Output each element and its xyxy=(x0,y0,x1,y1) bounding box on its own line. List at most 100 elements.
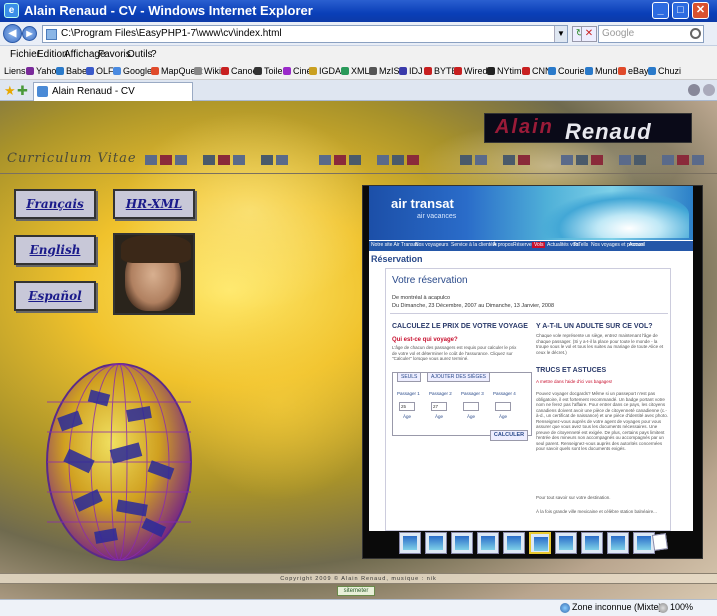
thumbnail[interactable] xyxy=(399,532,421,554)
search-input[interactable]: Google xyxy=(598,25,704,43)
passenger-label: Passager 3 xyxy=(461,391,484,396)
nav-item[interactable]: ToTells xyxy=(573,242,588,248)
link-google[interactable]: Google xyxy=(113,66,152,76)
nav-item[interactable]: Accueil xyxy=(629,242,645,248)
thumbnail-active[interactable] xyxy=(529,532,551,554)
menu-file[interactable]: Fichier xyxy=(10,49,40,60)
airtransat-banner: air transat air vacances xyxy=(369,186,693,240)
nav-item[interactable]: Service à la clientèle xyxy=(451,242,497,248)
thumbnail[interactable] xyxy=(451,532,473,554)
link-chuzi[interactable]: Chuzi xyxy=(648,66,681,76)
nav-item-active[interactable]: Vols xyxy=(532,242,546,248)
link-idj[interactable]: IDJ xyxy=(399,66,423,76)
age-label: Âge xyxy=(499,414,508,419)
name-first: Alain xyxy=(495,116,554,138)
link-toile[interactable]: Toile xyxy=(254,66,283,76)
link-mundo[interactable]: Mundo xyxy=(585,66,623,76)
stop-icon[interactable]: ✕ xyxy=(581,26,597,42)
nav-item[interactable]: Nos voyageurs xyxy=(415,242,448,248)
links-bar: Liens Yahoo Babel OLF Google MapQuest Wi… xyxy=(0,64,717,80)
search-icon[interactable] xyxy=(690,28,701,39)
thumbnail[interactable] xyxy=(477,532,499,554)
tools-icon[interactable] xyxy=(703,84,715,96)
decor-square xyxy=(349,155,361,165)
name-last: Renaud xyxy=(565,119,652,144)
header-divider xyxy=(0,173,717,174)
menu-tools[interactable]: Outils xyxy=(127,49,153,60)
thumbnail[interactable] xyxy=(503,532,525,554)
link-cine[interactable]: Ciné xyxy=(283,66,312,76)
cnn-icon xyxy=(522,67,530,75)
address-bar-row: ◀ ▶ C:\Program Files\EasyPHP1-7\www\cv\i… xyxy=(0,22,717,46)
link-ebay[interactable]: eBay xyxy=(618,66,649,76)
age-field[interactable] xyxy=(463,402,479,411)
title-bar: e Alain Renaud - CV - Windows Internet E… xyxy=(0,0,717,22)
francais-button[interactable]: Français xyxy=(14,189,96,219)
nav-item[interactable]: Réserver xyxy=(513,242,533,248)
link-xml[interactable]: XML xyxy=(341,66,370,76)
english-button[interactable]: English xyxy=(14,235,96,265)
link-babel[interactable]: Babel xyxy=(56,66,89,76)
decor-square xyxy=(377,155,389,165)
calculer-button[interactable]: CALCULER xyxy=(490,430,528,441)
tips-link[interactable]: A mettre dans l'aide d'ici vos bagages! xyxy=(536,379,668,384)
decor-square xyxy=(392,155,404,165)
zoom-level[interactable]: 100% xyxy=(670,602,693,612)
favorites-star-icon[interactable]: ★ xyxy=(4,83,16,99)
age-field[interactable] xyxy=(495,402,511,411)
passenger-label: Passager 2 xyxy=(429,391,452,396)
reservation-heading: Réservation xyxy=(371,254,423,264)
address-dropdown-icon[interactable]: ▼ xyxy=(554,26,567,42)
decor-square xyxy=(619,155,631,165)
menu-edit[interactable]: Edition xyxy=(37,49,68,60)
link-mzis[interactable]: MzIS xyxy=(369,66,400,76)
age-label: Âge xyxy=(435,414,444,419)
tab-seuls[interactable]: SEULS xyxy=(397,372,422,382)
byte-icon xyxy=(424,67,432,75)
maximize-button[interactable]: □ xyxy=(672,2,689,19)
close-button[interactable]: ✕ xyxy=(692,2,709,19)
document-icon[interactable] xyxy=(651,533,669,551)
menu-help[interactable]: ? xyxy=(151,49,157,60)
thumbnail[interactable] xyxy=(607,532,629,554)
link-wired[interactable]: Wired xyxy=(454,66,488,76)
home-icon[interactable] xyxy=(688,84,700,96)
decor-square xyxy=(561,155,573,165)
decor-square xyxy=(334,155,346,165)
sitemeter-badge[interactable]: sitemeter xyxy=(337,586,375,596)
xml-icon xyxy=(341,67,349,75)
age-label: Âge xyxy=(467,414,476,419)
address-field[interactable]: C:\Program Files\EasyPHP1-7\www\cv\index… xyxy=(42,25,568,43)
decor-square xyxy=(407,155,419,165)
cv-label: Curriculum Vitae xyxy=(7,151,137,166)
link-igda[interactable]: IGDA xyxy=(309,66,341,76)
tab-ajouter[interactable]: AJOUTER DES SIÈGES xyxy=(427,372,491,382)
nav-item[interactable]: À propos xyxy=(493,242,513,248)
thumbnail[interactable] xyxy=(581,532,603,554)
link-olf[interactable]: OLF xyxy=(86,66,114,76)
nav-item[interactable]: Notre site Air Transat xyxy=(371,242,418,248)
thumbnail[interactable] xyxy=(555,532,577,554)
age-field[interactable]: 27 xyxy=(431,402,447,411)
add-favorite-icon[interactable]: ✚ xyxy=(17,83,28,99)
tips-paragraph: Pouvez voyager docgards? Même si un pass… xyxy=(536,391,668,451)
back-button[interactable]: ◀ xyxy=(3,24,22,43)
links-label: Liens xyxy=(4,66,26,76)
link-canoe[interactable]: Canoe xyxy=(221,66,258,76)
tips-end: Pour tout savoir sur votre destination. xyxy=(536,495,611,500)
toile-icon xyxy=(254,67,262,75)
link-byte[interactable]: BYTE xyxy=(424,66,458,76)
tab-alain-renaud-cv[interactable]: Alain Renaud - CV xyxy=(33,82,193,101)
menu-favorites[interactable]: Favoris xyxy=(98,49,131,60)
link-nytime[interactable]: NYtime xyxy=(487,66,527,76)
link-courier[interactable]: Courier xyxy=(548,66,588,76)
menu-bar: Fichier Edition Affichage Favoris Outils… xyxy=(0,46,717,64)
age-field[interactable]: 25 xyxy=(399,402,415,411)
forward-button[interactable]: ▶ xyxy=(22,26,37,41)
decor-square xyxy=(503,155,515,165)
espanol-button[interactable]: Español xyxy=(14,281,96,311)
thumbnail[interactable] xyxy=(425,532,447,554)
minimize-button[interactable]: _ xyxy=(652,2,669,19)
hr-xml-button[interactable]: HR-XML xyxy=(113,189,195,219)
link-wiki[interactable]: Wiki xyxy=(194,66,221,76)
